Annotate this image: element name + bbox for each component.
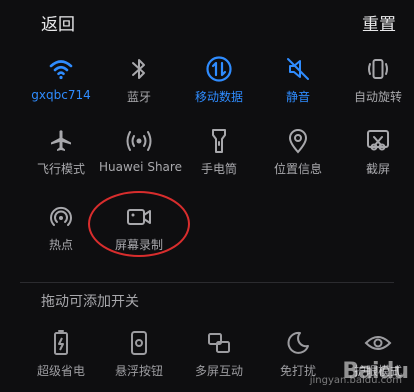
annotation-circle xyxy=(88,191,190,257)
tile-label: 静音 xyxy=(285,90,310,104)
flashlight-icon xyxy=(202,124,236,158)
tile-label: 截屏 xyxy=(365,162,390,176)
screenshot-icon xyxy=(361,124,395,158)
mute-icon xyxy=(281,52,315,86)
tile-label: 飞行模式 xyxy=(36,162,85,176)
section-divider xyxy=(20,282,394,283)
auto-rotate-icon xyxy=(361,52,395,86)
tile-mute[interactable]: 静音 xyxy=(258,52,338,118)
top-bar: 返回 重置 xyxy=(0,0,414,40)
bluetooth-icon xyxy=(122,52,156,86)
tile-airplane[interactable]: 飞行模式 xyxy=(21,124,101,190)
tile-multiscreen[interactable]: 多屏互动 xyxy=(179,326,259,392)
tile-label: 移动数据 xyxy=(194,90,243,104)
hotspot-icon xyxy=(44,200,78,234)
wifi-icon xyxy=(44,52,78,86)
do-not-disturb-icon xyxy=(281,326,315,360)
back-button[interactable]: 返回 xyxy=(41,10,75,35)
tile-bluetooth[interactable]: 蓝牙 xyxy=(99,52,179,118)
airplane-icon xyxy=(44,124,78,158)
tile-label: Huawei Share xyxy=(99,160,182,174)
tile-mobile-data[interactable]: 移动数据 xyxy=(179,52,259,118)
power-saving-icon xyxy=(44,326,78,360)
watermark-site: jingyan.baidu.com xyxy=(309,375,402,386)
tile-label: 热点 xyxy=(48,238,73,252)
tile-screenshot[interactable]: 截屏 xyxy=(338,124,414,190)
huawei-share-icon xyxy=(122,124,156,158)
tile-label: 多屏互动 xyxy=(194,364,243,378)
tile-label: 手电筒 xyxy=(200,162,237,176)
floating-button-icon xyxy=(122,326,156,360)
section-title: 拖动可添加开关 xyxy=(41,294,139,310)
tile-label: 悬浮按钮 xyxy=(114,364,163,378)
tile-label: 自动旋转 xyxy=(353,90,402,104)
tile-wifi[interactable]: gxqbc714 xyxy=(21,52,101,118)
tile-auto-rotate[interactable]: 自动旋转 xyxy=(338,52,414,118)
location-icon xyxy=(281,124,315,158)
tile-label: 超级省电 xyxy=(36,364,85,378)
tile-label: gxqbc714 xyxy=(31,88,91,102)
tile-power-saving[interactable]: 超级省电 xyxy=(21,326,101,392)
tile-label: 位置信息 xyxy=(273,162,322,176)
tile-huawei-share[interactable]: Huawei Share xyxy=(99,124,182,190)
reset-button[interactable]: 重置 xyxy=(362,10,396,35)
multiscreen-icon xyxy=(202,326,236,360)
tile-flashlight[interactable]: 手电筒 xyxy=(179,124,259,190)
tile-location[interactable]: 位置信息 xyxy=(258,124,338,190)
tile-floating-button[interactable]: 悬浮按钮 xyxy=(99,326,179,392)
tile-label: 蓝牙 xyxy=(126,90,151,104)
eye-comfort-icon xyxy=(361,326,395,360)
mobile-data-icon xyxy=(202,52,236,86)
